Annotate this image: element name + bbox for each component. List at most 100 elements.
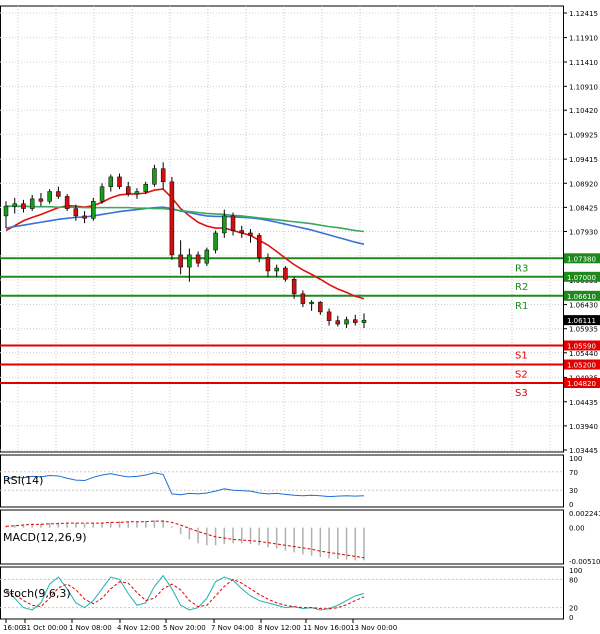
macd-axis-label: 0.002241 <box>569 510 600 518</box>
price-label: 1.05440 <box>569 350 598 358</box>
stoch-panel: 10080 200 <box>0 567 582 622</box>
candle-body <box>178 254 183 268</box>
price-axis: 1.12415 1.11910 1.11410 1.10910 1.10420 1.099… <box>563 10 598 455</box>
price-label: 1.08920 <box>569 180 598 188</box>
rsi-axis-label: 0 <box>569 501 573 509</box>
price-label: 1.12415 <box>569 10 598 18</box>
current-price-marker: 1.06111 <box>564 315 600 326</box>
candle-body <box>134 191 140 195</box>
time-label: 1 Nov 08:00 <box>69 624 112 632</box>
rsi-label: RSI(14) <box>3 474 43 487</box>
level-price-label: 1.04820 <box>567 380 596 388</box>
candle-body <box>274 267 279 272</box>
level-name-s3: S3 <box>515 388 528 399</box>
time-label: 11 Nov 16:00 <box>303 624 350 632</box>
candle-body <box>56 191 61 197</box>
rsi-panel: 100 70 30 0 <box>0 455 582 509</box>
macd-axis-label: 0.00 <box>569 525 585 533</box>
candle-body <box>222 215 227 234</box>
candle-body <box>47 191 52 202</box>
candle-body <box>29 198 35 209</box>
time-label: 31 Oct 00:00 <box>22 624 68 632</box>
candle-body <box>204 249 210 264</box>
candle-body <box>82 215 87 219</box>
candle-body <box>125 186 131 195</box>
level-name-s1: S1 <box>515 351 528 362</box>
time-label: 7 Nov 04:00 <box>211 624 254 632</box>
price-label: 1.03940 <box>569 423 598 431</box>
level-name-s2: S2 <box>515 370 528 381</box>
candle-body <box>248 232 253 236</box>
candle-body <box>300 293 306 304</box>
candle-body <box>91 201 96 219</box>
price-label: 1.11910 <box>569 35 598 43</box>
price-label: 1.08425 <box>569 204 598 212</box>
level-price-label: 1.05200 <box>567 362 596 370</box>
chart-root: 1.12415 1.11910 1.11410 1.10910 1.10420 1.099… <box>0 5 600 632</box>
price-label: 1.04435 <box>569 399 598 407</box>
level-price-label: 1.05590 <box>567 343 596 351</box>
candle-body <box>108 176 114 187</box>
candle-body <box>12 203 17 207</box>
candle-body <box>344 319 349 325</box>
level-price-label: 1.07000 <box>567 274 596 282</box>
candle-body <box>265 257 271 272</box>
candle-body <box>169 181 175 256</box>
stoch-axis-label: 80 <box>569 576 578 584</box>
stoch-axis-label: 20 <box>569 605 578 613</box>
rsi-axis-label: 100 <box>569 455 582 463</box>
price-label: 1.07930 <box>569 229 598 237</box>
candle-body <box>143 183 148 192</box>
level-name-r3: R3 <box>515 263 528 274</box>
price-label: 1.06430 <box>569 302 598 310</box>
price-label: 1.05935 <box>569 326 598 334</box>
main-panel-border <box>0 5 564 453</box>
candle-body <box>152 168 157 185</box>
rsi-panel-border <box>0 454 564 508</box>
candle-body <box>291 278 297 295</box>
stoch-panel-border <box>0 566 564 620</box>
rsi-line <box>5 472 365 498</box>
time-label: 13 Nov 00:00 <box>350 624 397 632</box>
price-label: 1.09415 <box>569 156 598 164</box>
time-label: 8 Nov 12:00 <box>258 624 301 632</box>
candle-body <box>213 232 218 251</box>
rsi-axis-label: 30 <box>569 487 578 495</box>
candle-body <box>353 319 358 323</box>
time-label: 4 Nov 12:00 <box>117 624 160 632</box>
price-label: 1.11410 <box>569 59 598 67</box>
level-price-label: 1.06610 <box>567 293 596 301</box>
level-name-r2: R2 <box>515 282 528 293</box>
candle-body <box>187 254 192 268</box>
macd-axis-label: -0.005106 <box>569 558 600 566</box>
candle-body <box>283 267 288 280</box>
stoch-axis-label: 100 <box>569 567 582 575</box>
candle-body <box>73 208 79 217</box>
candle-body <box>64 196 70 209</box>
macd-label: MACD(12,26,9) <box>3 531 87 544</box>
level-price-label: 1.07380 <box>567 255 596 263</box>
candle-body <box>318 301 323 313</box>
ma-fast-line <box>5 188 365 300</box>
macd-panel: 0.002241 0.00 -0.005106 <box>5 510 600 566</box>
price-label: 1.03445 <box>569 447 598 455</box>
candle-body <box>3 205 9 217</box>
stoch-label: Stoch(9,6,3) <box>3 587 71 600</box>
candle-body <box>239 230 245 234</box>
stoch-axis-label: 0 <box>569 614 573 622</box>
candle-body <box>38 198 44 202</box>
candle-body <box>117 176 122 187</box>
candle-body <box>99 186 105 202</box>
candle-body <box>309 301 314 304</box>
candle-body <box>361 319 367 323</box>
level-name-r1: R1 <box>515 301 528 312</box>
price-label: 1.10420 <box>569 107 598 115</box>
candle-body <box>326 311 332 321</box>
rsi-axis-label: 70 <box>569 469 578 477</box>
candle-body <box>256 235 262 258</box>
candle-body <box>230 215 236 231</box>
time-axis: 16:0031 Oct 00:00 1 Nov 08:00 4 Nov 12:00 5… <box>3 619 397 632</box>
candle-body <box>21 203 26 209</box>
candle-body <box>195 254 201 264</box>
time-label: 16:00 <box>3 624 23 632</box>
